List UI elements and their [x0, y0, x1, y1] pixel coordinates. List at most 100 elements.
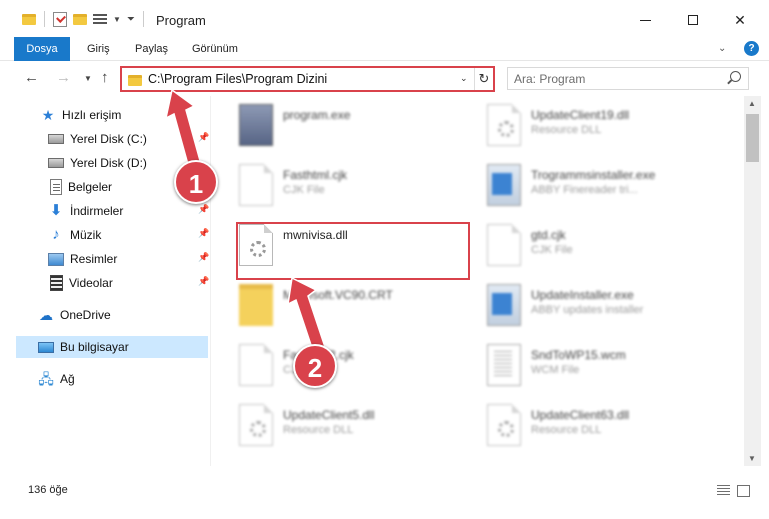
file-type: Resource DLL: [283, 424, 354, 436]
properties-check-icon[interactable]: [53, 11, 67, 27]
minimize-icon: [639, 19, 651, 21]
file-name: SndToWP15.wcm: [531, 348, 626, 362]
file-item[interactable]: program.exe: [233, 98, 473, 154]
sidebar-item-label: İndirmeler: [70, 204, 124, 218]
search-input[interactable]: [514, 71, 714, 86]
file-item[interactable]: Fasthtml2.cjk CJK File: [233, 338, 473, 394]
sidebar-item-music[interactable]: ♪ Müzik 📌: [16, 224, 209, 246]
computer-icon: [38, 341, 54, 353]
search-box[interactable]: [507, 67, 749, 90]
sidebar-item-label: Hızlı erişim: [62, 108, 122, 122]
maximize-icon: [688, 15, 698, 25]
properties-list-icon[interactable]: [93, 12, 107, 26]
step-badge-1: 1: [174, 160, 218, 204]
file-item[interactable]: gtd.cjk CJK File: [481, 218, 721, 274]
gear-file-icon: [487, 404, 521, 446]
vertical-scrollbar[interactable]: ▲ ▼: [744, 96, 761, 466]
blank-file-icon: [487, 224, 521, 266]
sidebar-item-pictures[interactable]: Resimler 📌: [16, 248, 209, 270]
sidebar-item-label: OneDrive: [60, 308, 111, 322]
window-title: Program: [156, 13, 206, 28]
target-file-highlight: [236, 222, 470, 280]
file-name: Trogrammsinstaller.exe: [531, 168, 656, 182]
file-type: CJK File: [531, 244, 573, 256]
navigation-bar: ← → ▼ ↑ C:\Program Files\Program Dizini …: [0, 62, 769, 94]
sidebar-item-label: Yerel Disk (D:): [70, 156, 147, 170]
file-type: ABBY Finereader tri...: [531, 184, 638, 196]
back-arrow-icon[interactable]: ←: [24, 69, 39, 86]
sidebar-item-onedrive[interactable]: ☁ OneDrive: [16, 304, 208, 326]
file-item[interactable]: SndToWP15.wcm WCM File: [481, 338, 721, 394]
scroll-down-icon[interactable]: ▼: [748, 454, 756, 463]
file-item[interactable]: Fasthtml.cjk CJK File: [233, 158, 473, 214]
new-folder-icon[interactable]: [73, 13, 87, 25]
file-name: UpdateClient63.dll: [531, 408, 630, 422]
pin-icon[interactable]: 📌: [198, 253, 209, 262]
toolbar-divider: [142, 11, 144, 27]
tab-view[interactable]: Görünüm: [192, 37, 238, 61]
file-item[interactable]: UpdateClient63.dll Resource DLL: [481, 398, 721, 454]
maximize-button[interactable]: [678, 8, 708, 32]
installer-icon: [487, 164, 521, 206]
file-item[interactable]: UpdateInstaller.exe ABBY updates install…: [481, 278, 721, 334]
tab-home[interactable]: Giriş: [87, 37, 110, 61]
search-icon[interactable]: [730, 71, 741, 82]
sidebar-item-network[interactable]: 🖧 Ağ: [16, 368, 208, 390]
file-name: UpdateClient19.dll: [531, 108, 630, 122]
folder-icon: [239, 284, 273, 326]
file-item[interactable]: Trogrammsinstaller.exe ABBY Finereader t…: [481, 158, 721, 214]
star-icon: ★: [41, 107, 55, 123]
sidebar-item-label: Ağ: [60, 372, 75, 386]
title-bar: ▼ ⏷ Program ✕: [0, 0, 769, 40]
exe-icon: [239, 104, 273, 146]
up-arrow-icon[interactable]: ↑: [101, 69, 109, 86]
tab-file[interactable]: Dosya: [14, 37, 70, 61]
network-icon: 🖧: [38, 371, 54, 387]
scrollbar-thumb[interactable]: [746, 114, 759, 162]
file-name: UpdateClient5.dll: [283, 408, 375, 422]
file-type: Resource DLL: [531, 124, 602, 136]
expand-ribbon-icon[interactable]: ⌄: [718, 43, 726, 54]
chevron-down-icon[interactable]: ▼: [113, 15, 121, 24]
step-badge-2: 2: [293, 344, 337, 388]
chevron-down-icon[interactable]: ⌄: [460, 73, 468, 84]
documents-icon: [50, 179, 62, 195]
videos-icon: [50, 275, 63, 291]
close-icon: ✕: [734, 11, 746, 28]
file-item[interactable]: UpdateClient5.dll Resource DLL: [233, 398, 473, 454]
tab-share[interactable]: Paylaş: [135, 37, 168, 61]
sidebar-item-this-pc[interactable]: Bu bilgisayar: [16, 336, 208, 358]
large-icons-view-icon[interactable]: [737, 485, 750, 497]
customize-toolbar-icon[interactable]: ⏷: [127, 14, 135, 25]
file-item[interactable]: UpdateClient19.dll Resource DLL: [481, 98, 721, 154]
pin-icon[interactable]: 📌: [198, 277, 209, 286]
drive-icon: [48, 158, 64, 168]
help-icon[interactable]: ?: [744, 41, 759, 56]
pictures-icon: [48, 252, 64, 266]
details-view-icon[interactable]: [717, 485, 730, 497]
drive-icon: [48, 134, 64, 144]
forward-arrow-icon[interactable]: →: [56, 69, 71, 86]
cloud-icon: ☁: [39, 307, 53, 323]
sidebar-item-label: Müzik: [70, 228, 102, 242]
minimize-button[interactable]: [630, 8, 660, 32]
file-type: Resource DLL: [531, 424, 602, 436]
file-name: UpdateInstaller.exe: [531, 288, 634, 302]
pin-icon[interactable]: 📌: [198, 205, 209, 214]
sidebar-item-videos[interactable]: Videolar 📌: [16, 272, 209, 294]
pin-icon[interactable]: 📌: [198, 229, 209, 238]
refresh-icon[interactable]: ↻: [474, 68, 493, 90]
sidebar-item-label: Belgeler: [68, 180, 113, 194]
file-type: ABBY updates installer: [531, 304, 644, 316]
blank-file-icon: [239, 344, 273, 386]
recent-locations-icon[interactable]: ▼: [84, 74, 92, 83]
sidebar-item-label: Bu bilgisayar: [60, 340, 129, 354]
music-icon: ♪: [52, 226, 60, 243]
scroll-up-icon[interactable]: ▲: [748, 99, 756, 108]
close-button[interactable]: ✕: [725, 8, 755, 32]
toolbar-divider: [44, 11, 45, 27]
ribbon-tabs: Dosya Giriş Paylaş Görünüm ⌄ ?: [0, 37, 769, 61]
sidebar-item-downloads[interactable]: ⬇ İndirmeler 📌: [16, 200, 210, 222]
file-item[interactable]: Microsoft.VC90.CRT: [233, 278, 473, 334]
blank-file-icon: [239, 164, 273, 206]
